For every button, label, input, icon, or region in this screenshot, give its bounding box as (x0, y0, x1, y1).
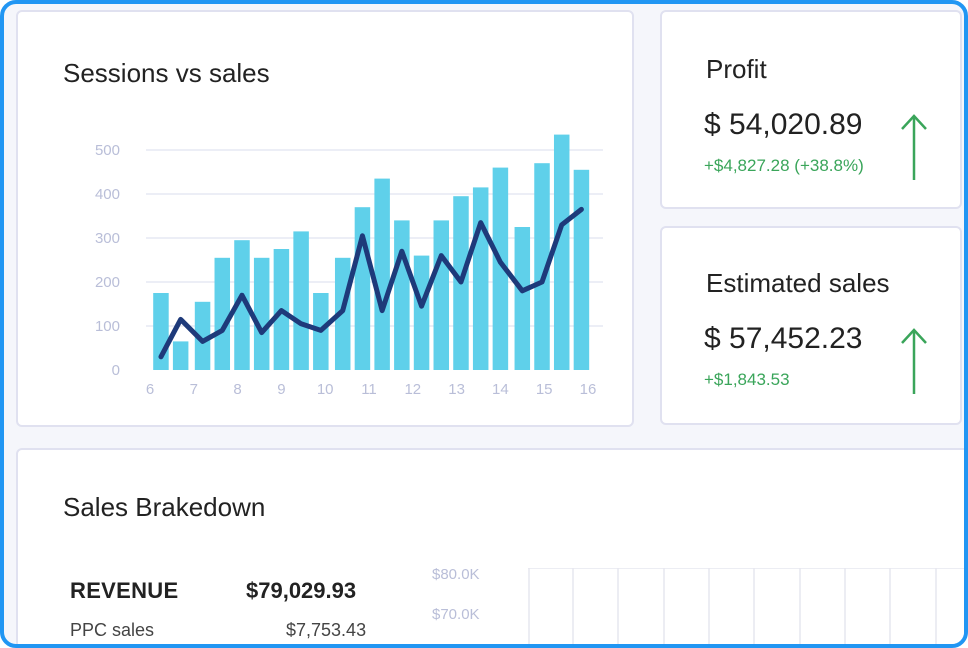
estimated-sales-title: Estimated sales (706, 268, 890, 298)
chart-bar (413, 255, 430, 370)
x-tick-label: 14 (492, 381, 509, 398)
sessions-vs-sales-chart: 0 100 200 300 400 500 6 7 8 9 10 11 12 13 14 15 16 (95, 134, 603, 398)
estimated-sales-delta: +$1,843.53 (704, 370, 790, 389)
estimated-sales-card: Estimated sales $ 57,452.23 +$1,843.53 (660, 226, 962, 425)
sales-breakdown-card: Sales Brakedown REVENUE $79,029.93 PPC s… (16, 448, 964, 644)
y-tick-label: 100 (95, 318, 120, 335)
chart-bar (553, 134, 570, 370)
arrow-up-icon (901, 114, 927, 180)
y-tick-label: 500 (95, 142, 120, 159)
chart-bar (253, 257, 270, 370)
breakdown-chart-grid (528, 568, 964, 644)
sessions-vs-sales-card: Sessions vs sales 0 100 200 300 400 500 6 7 8 9 10… (16, 10, 634, 427)
y-tick-label: 400 (95, 186, 120, 203)
chart-bar (374, 178, 390, 370)
x-tick-label: 10 (317, 381, 334, 398)
y-tick-label: 0 (112, 362, 120, 379)
x-tick-label: 16 (580, 381, 597, 398)
revenue-value: $79,029.93 (246, 578, 357, 603)
x-tick-label: 8 (233, 381, 241, 398)
x-tick-label: 7 (190, 381, 198, 398)
ppc-sales-label: PPC sales (70, 620, 155, 640)
chart-bar (214, 257, 231, 370)
x-tick-label: 11 (361, 381, 377, 398)
profit-title: Profit (706, 54, 767, 84)
chart-bar (433, 220, 450, 370)
x-tick-label: 12 (404, 381, 421, 398)
x-tick-label: 9 (277, 381, 285, 398)
chart-bar (293, 231, 309, 370)
breakdown-axis-tick: $70.0K (432, 606, 480, 623)
y-tick-label: 200 (95, 274, 120, 291)
dashboard-frame: Sessions vs sales 0 100 200 300 400 500 6 7 8 9 10… (0, 0, 968, 648)
x-tick-label: 13 (448, 381, 465, 398)
chart-bar (172, 341, 189, 370)
ppc-sales-value: $7,753.43 (286, 620, 367, 640)
estimated-sales-value: $ 57,452.23 (704, 322, 863, 355)
breakdown-title: Sales Brakedown (63, 492, 266, 522)
chart-bar (573, 169, 590, 370)
profit-card: Profit $ 54,020.89 +$4,827.28 (+38.8%) (660, 10, 962, 209)
arrow-up-icon (901, 328, 927, 394)
y-tick-label: 300 (95, 230, 120, 247)
x-tick-label: 15 (536, 381, 553, 398)
chart-bar (514, 227, 531, 370)
breakdown-axis-tick: $80.0K (432, 566, 480, 583)
chart-bar (394, 220, 410, 370)
chart-bar (472, 187, 489, 370)
profit-delta: +$4,827.28 (+38.8%) (704, 156, 864, 175)
x-tick-label: 6 (146, 381, 154, 398)
revenue-label: REVENUE (70, 578, 179, 603)
profit-value: $ 54,020.89 (704, 108, 863, 141)
chart-bar (354, 207, 371, 370)
